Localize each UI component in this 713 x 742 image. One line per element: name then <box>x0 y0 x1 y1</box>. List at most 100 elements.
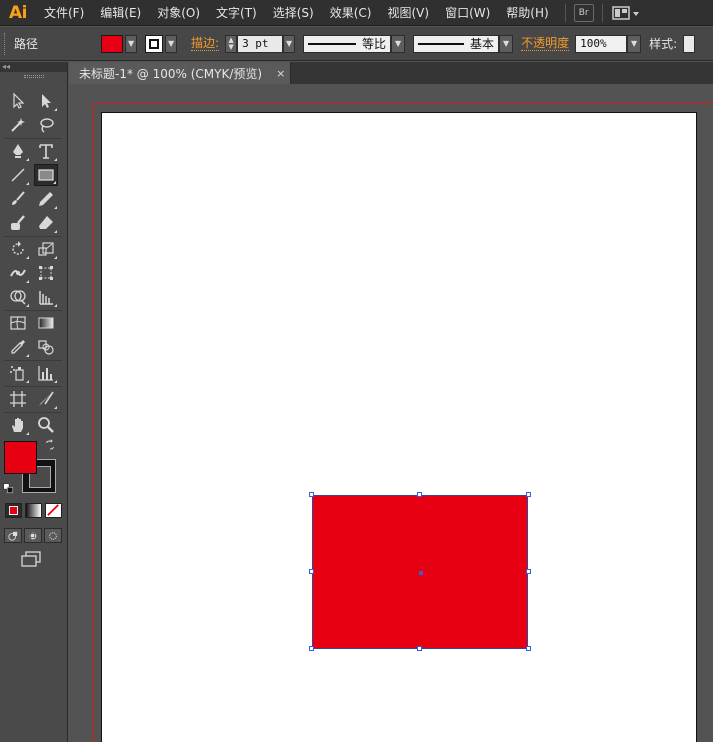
perspective-grid-tool[interactable] <box>34 286 58 308</box>
type-t-icon <box>39 144 53 159</box>
fill-color-swatch[interactable] <box>101 34 124 53</box>
draw-inside-button[interactable] <box>44 528 62 543</box>
stroke-color-swatch[interactable] <box>145 34 164 53</box>
line-segment-tool[interactable] <box>6 164 30 186</box>
draw-normal-button[interactable] <box>4 528 22 543</box>
bridge-button[interactable]: Br <box>573 3 594 22</box>
brush-definition-dropdown[interactable]: ▼ <box>499 34 514 53</box>
column-graph-tool[interactable] <box>34 362 58 384</box>
free-transform-tool[interactable] <box>34 262 58 284</box>
handle-top-center[interactable] <box>417 492 422 497</box>
hand-tool[interactable] <box>6 414 30 436</box>
default-colors-icon <box>2 482 13 493</box>
zoom-magnifier-icon <box>38 417 54 433</box>
direct-selection-tool[interactable] <box>34 90 58 112</box>
stroke-weight-input[interactable]: 3 pt <box>237 34 284 53</box>
magic-wand-tool[interactable] <box>6 114 30 136</box>
change-screen-mode-button[interactable] <box>18 550 44 568</box>
rotate-icon <box>12 241 24 255</box>
control-bar-grip[interactable] <box>4 32 8 55</box>
menu-file[interactable]: 文件(F) <box>36 0 92 26</box>
tools-panel-grip[interactable] <box>0 72 67 80</box>
stroke-dropdown-arrow[interactable]: ▼ <box>165 34 178 53</box>
selection-type-label: 路径 <box>14 37 39 51</box>
blob-brush-tool[interactable] <box>6 212 30 234</box>
color-mode-button[interactable] <box>5 503 22 518</box>
gradient-tool[interactable] <box>34 312 58 334</box>
menu-help[interactable]: 帮助(H) <box>498 0 556 26</box>
draw-inside-icon <box>49 531 57 540</box>
brush-definition[interactable]: 基本 <box>413 34 500 53</box>
draw-behind-button[interactable] <box>24 528 42 543</box>
width-tool[interactable] <box>6 262 30 284</box>
default-fill-stroke-button[interactable] <box>1 482 15 494</box>
width-tool-icon <box>10 269 26 277</box>
stroke-weight-stepper[interactable]: ▲ ▼ <box>225 34 238 53</box>
mesh-tool[interactable] <box>6 312 30 334</box>
canvas-area[interactable] <box>69 84 713 742</box>
none-mode-button[interactable] <box>45 503 62 518</box>
rectangle-tool[interactable] <box>34 164 58 186</box>
arrange-documents-button[interactable] <box>611 4 641 22</box>
handle-bottom-left[interactable] <box>309 646 314 651</box>
swap-fill-stroke-button[interactable] <box>42 438 58 452</box>
artboard-tool[interactable] <box>6 388 30 410</box>
brush-line-icon <box>418 42 465 45</box>
menu-window[interactable]: 窗口(W) <box>437 0 498 26</box>
magic-wand-icon <box>11 118 25 132</box>
zoom-tool[interactable] <box>34 414 58 436</box>
lasso-tool[interactable] <box>34 114 58 136</box>
shape-builder-tool[interactable] <box>6 286 30 308</box>
tools-panel-collapse[interactable]: ◂◂ <box>0 62 67 72</box>
eraser-tool[interactable] <box>34 212 58 234</box>
handle-bottom-right[interactable] <box>526 646 531 651</box>
menu-type[interactable]: 文字(T) <box>208 0 265 26</box>
stroke-weight-dropdown[interactable]: ▼ <box>283 34 296 53</box>
graphic-style-swatch[interactable] <box>683 34 696 53</box>
center-point <box>419 571 423 575</box>
slice-tool[interactable] <box>34 388 58 410</box>
pencil-tool[interactable] <box>34 188 58 210</box>
variable-width-profile[interactable]: 等比 <box>303 34 392 53</box>
document-tab-strip: 未标题-1* @ 100% (CMYK/预览) × <box>69 62 713 84</box>
handle-middle-left[interactable] <box>309 569 314 574</box>
menu-select[interactable]: 选择(S) <box>265 0 322 26</box>
menu-bar: Ai 文件(F) 编辑(E) 对象(O) 文字(T) 选择(S) 效果(C) 视… <box>0 0 713 26</box>
menu-object[interactable]: 对象(O) <box>149 0 208 26</box>
handle-bottom-center[interactable] <box>417 646 422 651</box>
artboard-icon <box>10 391 26 407</box>
bridge-label: Br <box>578 7 589 18</box>
variable-width-dropdown[interactable]: ▼ <box>391 34 406 53</box>
gradient-icon <box>38 317 54 329</box>
close-tab-icon[interactable]: × <box>276 67 285 80</box>
fill-swatch[interactable] <box>4 441 37 474</box>
menu-view[interactable]: 视图(V) <box>379 0 437 26</box>
stroke-square-icon <box>149 38 160 49</box>
scale-tool[interactable] <box>34 238 58 260</box>
handle-top-left[interactable] <box>309 492 314 497</box>
fill-dropdown-arrow[interactable]: ▼ <box>125 34 138 53</box>
menu-effect[interactable]: 效果(C) <box>322 0 380 26</box>
type-tool[interactable] <box>34 140 58 162</box>
document-tab[interactable]: 未标题-1* @ 100% (CMYK/预览) × <box>69 62 291 84</box>
control-bar: 路径 ▼ ▼ 描边: ▲ ▼ 3 pt ▼ 等比 ▼ 基本 ▼ 不透明度 100%… <box>0 27 713 61</box>
rotate-tool[interactable] <box>6 238 30 260</box>
opacity-input[interactable]: 100% <box>575 34 628 53</box>
eyedropper-tool[interactable] <box>6 336 30 358</box>
menu-edit[interactable]: 编辑(E) <box>92 0 149 26</box>
stroke-label[interactable]: 描边: <box>191 36 220 51</box>
screen-mode-icon <box>21 551 41 567</box>
selection-tool[interactable] <box>6 90 30 112</box>
gradient-mode-button[interactable] <box>25 503 42 518</box>
opacity-label[interactable]: 不透明度 <box>521 36 570 51</box>
blend-tool[interactable] <box>34 336 58 358</box>
handle-top-right[interactable] <box>526 492 531 497</box>
slice-knife-icon <box>39 391 54 406</box>
paintbrush-tool[interactable] <box>6 188 30 210</box>
handle-middle-right[interactable] <box>526 569 531 574</box>
hand-icon <box>12 418 23 432</box>
artboard[interactable] <box>101 112 697 742</box>
pen-tool[interactable] <box>6 140 30 162</box>
opacity-dropdown[interactable]: ▼ <box>627 34 642 53</box>
symbol-sprayer-tool[interactable] <box>6 362 30 384</box>
